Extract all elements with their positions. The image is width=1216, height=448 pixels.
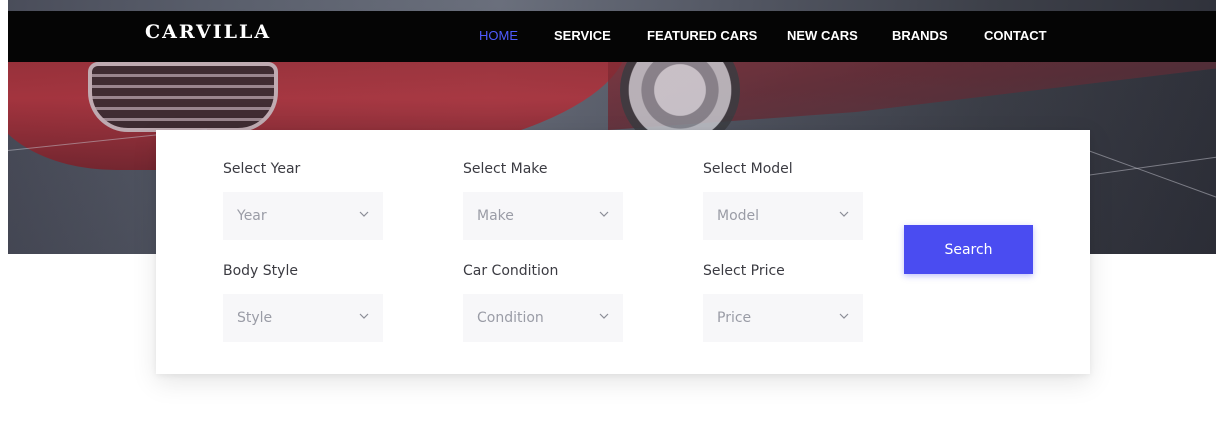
body-style-label: Body Style	[223, 263, 298, 279]
year-select-value: Year	[237, 208, 267, 224]
chevron-down-icon	[359, 211, 369, 217]
select-make-label: Select Make	[463, 161, 548, 177]
body-style-select-value: Style	[237, 310, 273, 326]
select-price-label: Select Price	[703, 263, 785, 279]
year-select[interactable]: Year	[223, 192, 383, 240]
car-grille-shape	[88, 62, 278, 132]
chevron-down-icon	[839, 211, 849, 217]
price-select-value: Price	[717, 310, 752, 326]
chevron-down-icon	[839, 313, 849, 319]
nav-item-featured-cars[interactable]: FEATURED CARS	[647, 28, 757, 43]
price-select[interactable]: Price	[703, 294, 863, 342]
brand-logo[interactable]: CARVILLA	[145, 21, 271, 43]
condition-select[interactable]: Condition	[463, 294, 623, 342]
car-condition-label: Car Condition	[463, 263, 559, 279]
floor-line	[1087, 150, 1216, 199]
chevron-down-icon	[599, 211, 609, 217]
nav-item-home[interactable]: HOME	[479, 28, 518, 43]
model-select[interactable]: Model	[703, 192, 863, 240]
select-model-label: Select Model	[703, 161, 793, 177]
model-select-value: Model	[717, 208, 760, 224]
nav-item-contact[interactable]: CONTACT	[984, 28, 1047, 43]
nav-item-service[interactable]: SERVICE	[554, 28, 611, 43]
search-button[interactable]: Search	[904, 225, 1033, 274]
select-year-label: Select Year	[223, 161, 301, 177]
chevron-down-icon	[359, 313, 369, 319]
car-search-panel: Select Year Year Select Make Make Select…	[156, 130, 1090, 374]
body-style-select[interactable]: Style	[223, 294, 383, 342]
top-navbar: CARVILLA HOME SERVICE FEATURED CARS NEW …	[8, 11, 1216, 62]
make-select-value: Make	[477, 208, 514, 224]
nav-item-new-cars[interactable]: NEW CARS	[787, 28, 858, 43]
make-select[interactable]: Make	[463, 192, 623, 240]
nav-item-brands[interactable]: BRANDS	[892, 28, 948, 43]
condition-select-value: Condition	[477, 310, 544, 326]
chevron-down-icon	[599, 313, 609, 319]
